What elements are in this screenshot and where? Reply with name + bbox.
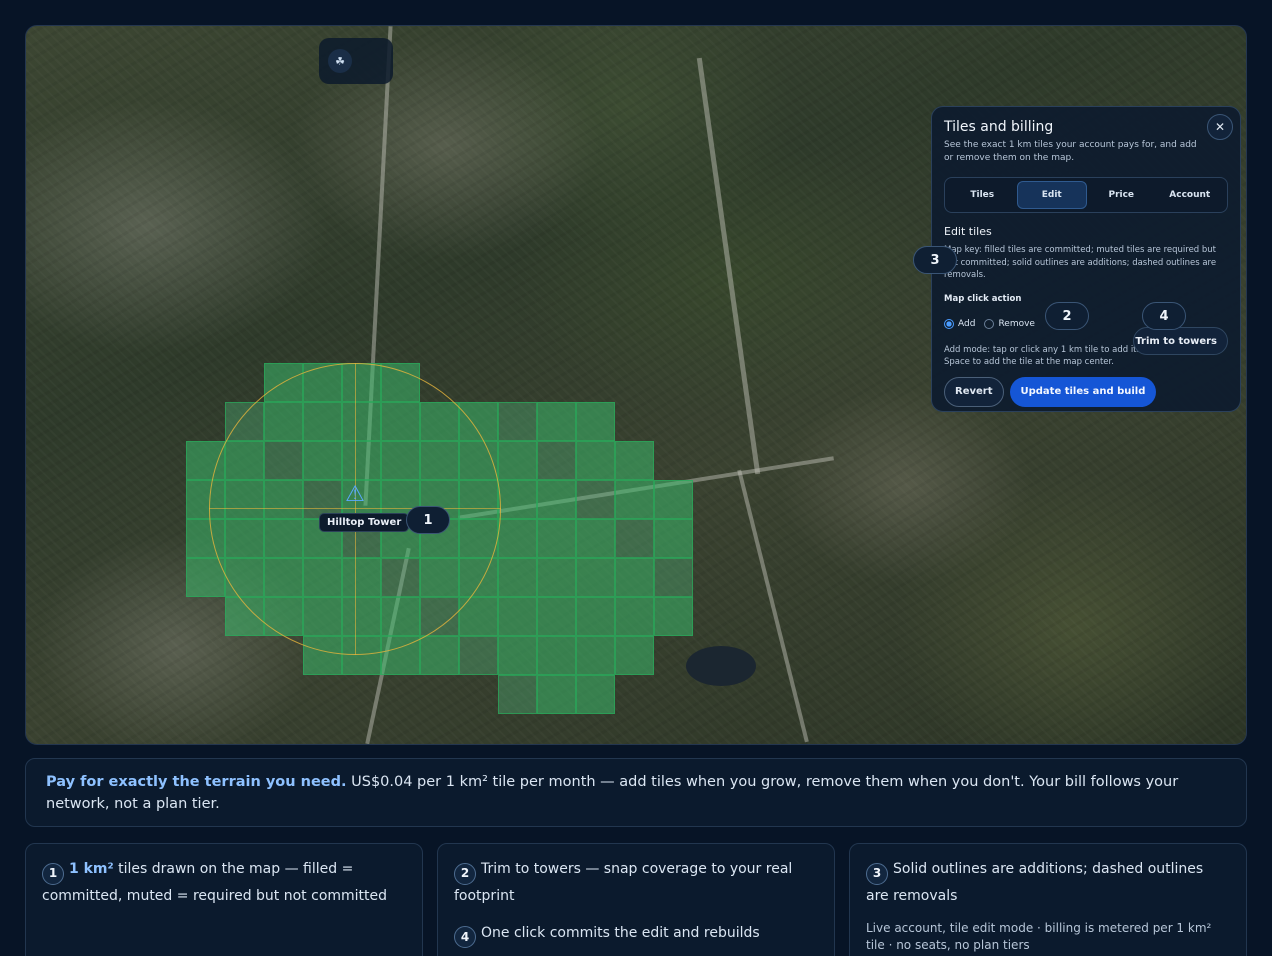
map-tile[interactable] [615,480,654,519]
map-tile[interactable] [654,519,693,558]
crosshair-vertical [355,363,356,655]
step-badge: 1 [42,862,64,885]
account-status-note: Live account, tile edit mode · billing i… [866,920,1212,952]
map-tool-widget: ☘ [319,38,393,84]
map-tile[interactable] [537,402,576,441]
feature-card-3: 3 Solid outlines are additions; dashed ou… [849,843,1247,956]
tab-account[interactable]: Account [1156,181,1225,209]
section-title: Edit tiles [944,225,992,238]
step-badge: 3 [866,862,888,885]
map-tile[interactable] [576,519,615,558]
feature-text: One click commits the edit and rebuilds [481,924,760,941]
tiles-billing-panel: Tiles and billing See the exact 1 km til… [931,106,1241,412]
revert-button[interactable]: Revert [944,376,1004,407]
layers-icon[interactable]: ☘ [328,49,352,73]
map-tile[interactable] [498,480,537,519]
map-tile[interactable] [576,402,615,441]
map-tile[interactable] [537,441,576,480]
map-tile[interactable] [576,558,615,597]
pitch-headline: Pay for exactly the terrain you need. [46,774,347,790]
pricing-pitch: Pay for exactly the terrain you need. US… [25,758,1247,827]
map-tile[interactable] [654,480,693,519]
radio-remove[interactable]: Remove [984,318,1035,329]
trim-to-towers-button[interactable]: Trim to towers [1133,327,1228,355]
map-tile[interactable] [537,597,576,636]
map-tile[interactable] [576,675,615,714]
panel-subtitle: See the exact 1 km tiles your account pa… [944,140,1197,163]
radio-add[interactable]: Add [944,318,976,329]
feature-card-2: 2 Trim to towers — snap coverage to your … [437,843,835,956]
feature-highlight: 1 km² [69,861,114,877]
map-tile[interactable] [654,597,693,636]
map-tile[interactable] [537,675,576,714]
panel-title: Tiles and billing [944,119,1054,135]
tab-tiles[interactable]: Tiles [948,181,1017,209]
feature-cards: 11 km² tiles drawn on the map — filled =… [25,843,1247,956]
map-tile[interactable] [498,402,537,441]
callout-badge-3: 3 [913,246,957,274]
map-tile[interactable] [537,636,576,675]
map-tile[interactable] [498,441,537,480]
map-tile[interactable] [498,675,537,714]
feature-row: 2 Trim to towers — snap coverage to your … [454,858,818,908]
tower-label: Hilltop Tower [319,513,410,532]
map-tile[interactable] [537,480,576,519]
tab-edit[interactable]: Edit [1016,181,1087,209]
click-action-label: Map click action [944,293,1022,304]
step-badge: 2 [454,862,476,885]
map-tile[interactable] [615,636,654,675]
map-key-text: Map key: filled tiles are committed; mut… [944,245,1217,280]
tower-icon[interactable]: ⚠ [344,481,366,509]
map-tile[interactable] [576,480,615,519]
map-tile[interactable] [498,597,537,636]
panel-tabs: Tiles Edit Price Account [944,177,1228,213]
callout-badge-2: 2 [1045,302,1089,330]
feature-card-1: 11 km² tiles drawn on the map — filled =… [25,843,423,956]
radio-remove-label: Remove [998,318,1035,329]
map-tile[interactable] [576,441,615,480]
map-tile[interactable] [498,519,537,558]
radio-remove-dot[interactable] [984,318,995,329]
feature-text: Trim to towers — snap coverage to your r… [454,861,793,904]
map-tile[interactable] [498,636,537,675]
feature-text: Solid outlines are additions; dashed out… [866,861,1204,904]
close-icon[interactable]: ✕ [1207,114,1233,140]
update-tiles-button[interactable]: Update tiles and build [1009,376,1157,407]
coverage-map[interactable]: ⚠ Hilltop Tower 1 ☘ Tiles and billing Se… [25,25,1247,745]
feature-row: 3 Solid outlines are additions; dashed ou… [866,858,1230,908]
radio-add-dot[interactable] [944,318,954,329]
callout-badge-1: 1 [406,506,450,534]
map-tile[interactable] [420,636,459,675]
map-tile[interactable] [654,558,693,597]
map-tile[interactable] [498,558,537,597]
map-tile[interactable] [615,558,654,597]
map-tile[interactable] [615,519,654,558]
map-tile[interactable] [576,636,615,675]
map-tile[interactable] [615,597,654,636]
radio-add-label: Add [958,318,976,329]
map-tile[interactable] [459,636,498,675]
callout-badge-4: 4 [1142,302,1186,330]
tab-price[interactable]: Price [1087,181,1156,209]
map-tile[interactable] [615,441,654,480]
feature-row: 4 One click commits the edit and rebuilds [454,922,818,948]
map-tile[interactable] [537,558,576,597]
step-badge: 4 [454,926,476,948]
map-tile[interactable] [576,597,615,636]
panel-actions: Revert Update tiles and build [944,376,1228,407]
map-tile[interactable] [537,519,576,558]
lake [686,646,756,686]
